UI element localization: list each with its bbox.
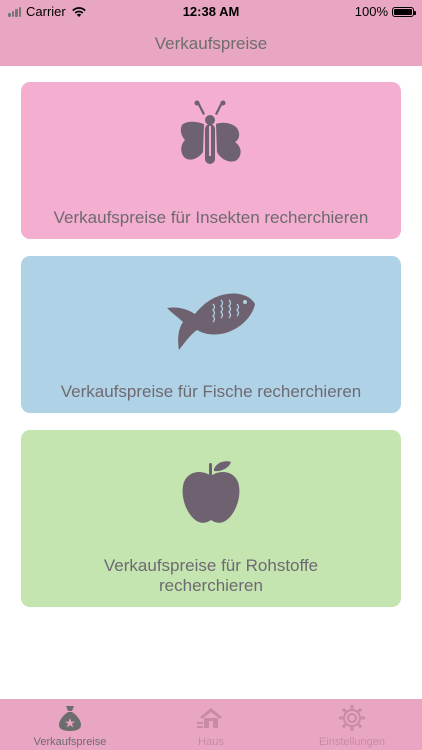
materials-card-label-line2: recherchieren <box>159 576 263 595</box>
battery-icon <box>392 6 416 17</box>
tab-haus-label: Haus <box>198 736 224 748</box>
materials-card[interactable]: Verkaufspreise für Rohstoffe recherchier… <box>21 430 401 607</box>
money-bag-icon <box>59 706 81 731</box>
battery-percent: 100% <box>354 4 388 19</box>
tab-bar: Verkaufspreise Haus Einstellungen <box>0 699 422 750</box>
house-icon <box>197 708 222 728</box>
tab-haus[interactable]: Haus <box>141 699 281 750</box>
page-title: Verkaufspreise <box>154 34 268 53</box>
tab-verkaufspreise-label: Verkaufspreise <box>33 736 107 748</box>
tab-verkaufspreise[interactable]: Verkaufspreise <box>0 699 140 750</box>
materials-card-label: Verkaufspreise für Rohstoffe recherchier… <box>31 556 391 596</box>
fish-card[interactable]: Verkaufspreise für Fische recherchieren <box>21 256 401 413</box>
fish-icon <box>167 293 255 350</box>
fish-card-label: Verkaufspreise für Fische recherchieren <box>60 382 362 401</box>
insects-card[interactable]: Verkaufspreise für Insekten recherchiere… <box>21 82 401 239</box>
tab-einstellungen-label: Einstellungen <box>318 736 386 748</box>
butterfly-icon <box>180 100 241 164</box>
tab-einstellungen[interactable]: Einstellungen <box>282 699 422 750</box>
insects-card-label: Verkaufspreise für Insekten recherchiere… <box>53 208 369 227</box>
materials-card-label-line1: Verkaufspreise für Rohstoffe <box>103 556 319 575</box>
top-bar: Carrier 12:38 AM 100% Verkaufspreise <box>0 0 422 66</box>
gear-icon <box>339 705 365 731</box>
apple-icon <box>182 461 240 523</box>
status-bar: Carrier 12:38 AM 100% <box>0 0 422 22</box>
status-right: 100% <box>354 4 416 19</box>
